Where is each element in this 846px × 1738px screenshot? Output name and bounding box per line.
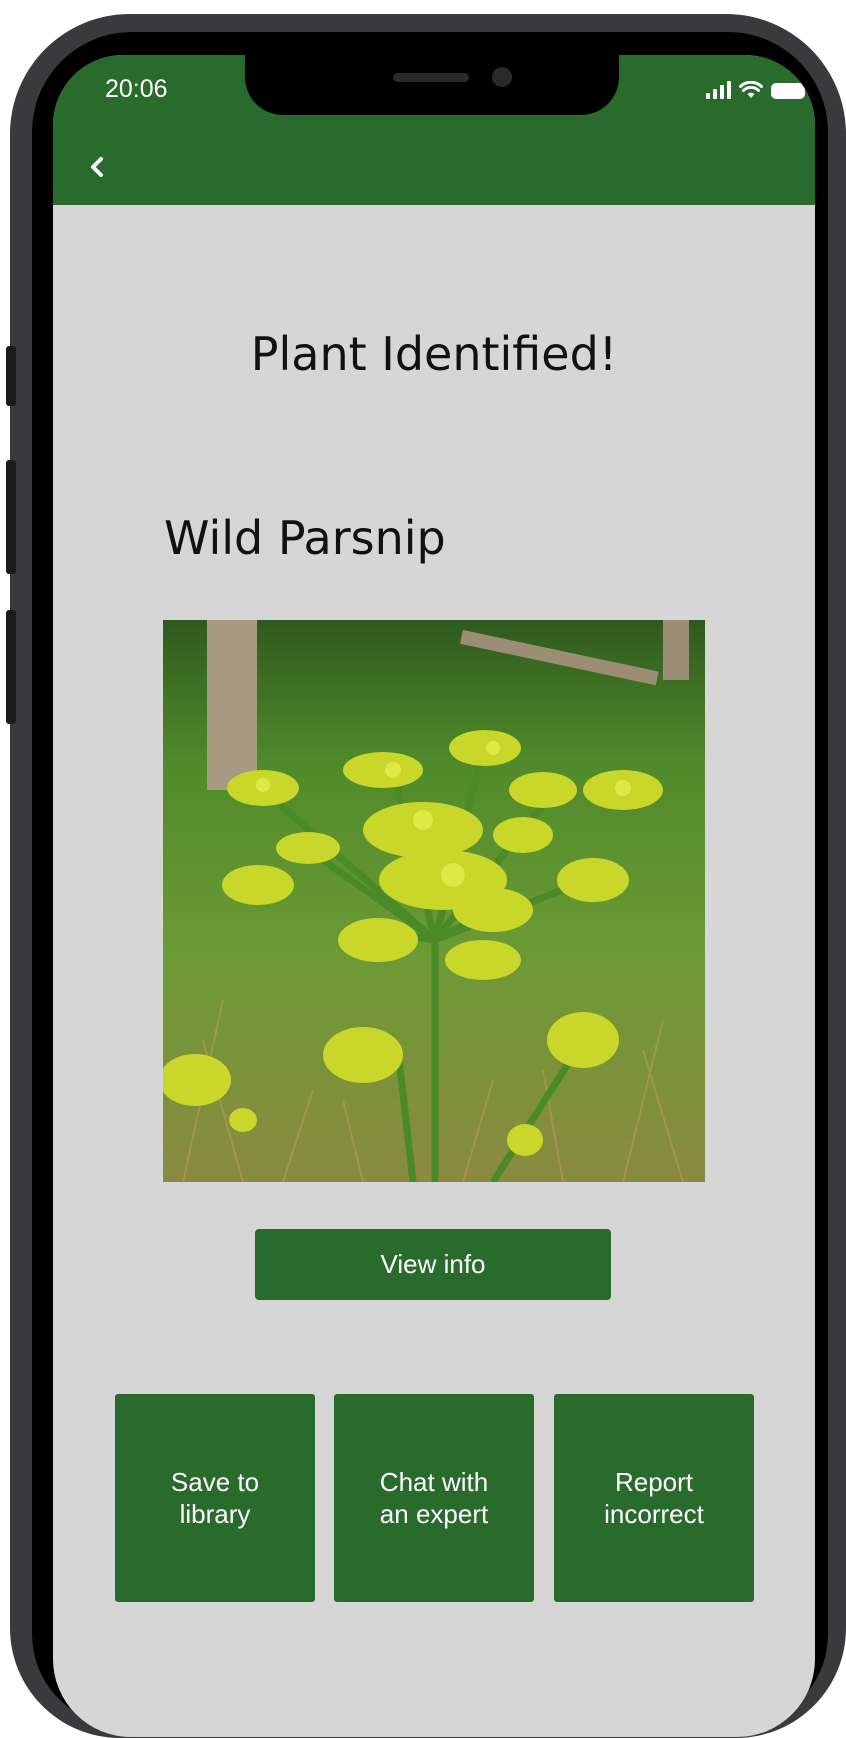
status-time: 20:06 bbox=[105, 75, 168, 103]
screen: 20:06 Plant Identified! Wild Parsnip Vie… bbox=[53, 55, 815, 1737]
chat-with-expert-button[interactable]: Chat with an expert bbox=[334, 1394, 534, 1602]
report-incorrect-button[interactable]: Report incorrect bbox=[554, 1394, 754, 1602]
signal-icon bbox=[706, 81, 731, 99]
wifi-icon bbox=[739, 81, 763, 98]
plant-photo bbox=[163, 620, 705, 1182]
volume-down-button bbox=[6, 610, 16, 724]
mute-switch bbox=[6, 346, 16, 406]
chevron-left-icon bbox=[91, 157, 103, 177]
view-info-button[interactable]: View info bbox=[255, 1229, 611, 1300]
status-icons bbox=[706, 81, 805, 99]
notch bbox=[245, 55, 619, 115]
app-bar: 20:06 bbox=[53, 55, 815, 205]
page-title: Plant Identified! bbox=[250, 327, 618, 381]
plant-name: Wild Parsnip bbox=[164, 511, 446, 565]
battery-icon bbox=[771, 83, 805, 99]
speaker bbox=[393, 73, 469, 82]
back-button[interactable] bbox=[77, 147, 117, 187]
save-to-library-button[interactable]: Save to library bbox=[115, 1394, 315, 1602]
volume-up-button bbox=[6, 460, 16, 574]
action-buttons: Save to library Chat with an expert Repo… bbox=[115, 1394, 755, 1602]
front-camera bbox=[492, 67, 512, 87]
